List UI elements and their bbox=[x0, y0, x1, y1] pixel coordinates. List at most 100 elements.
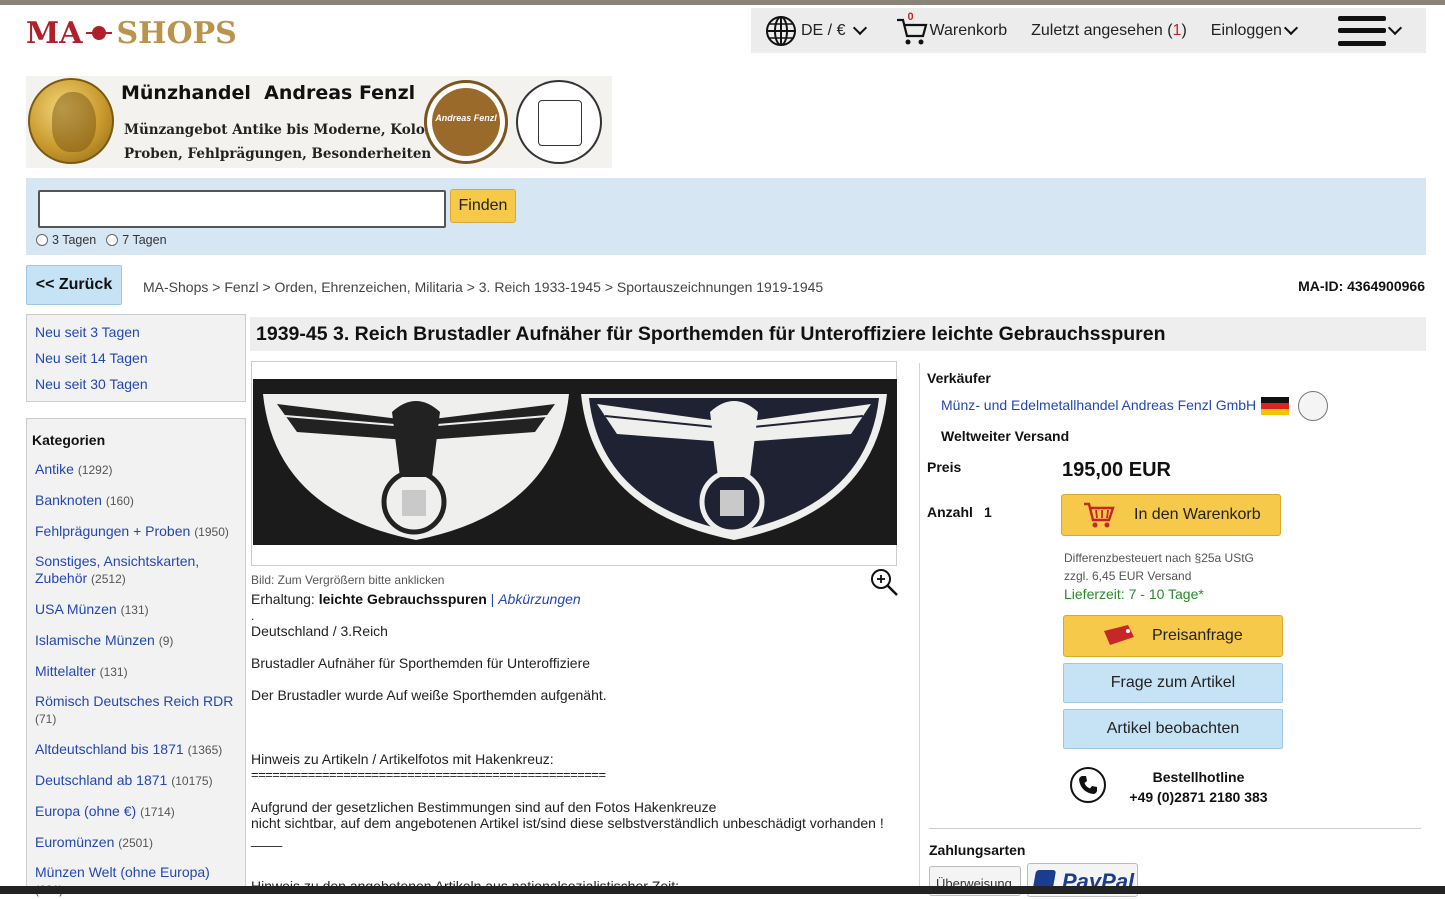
cart-count-badge: 0 bbox=[907, 10, 914, 23]
desc-line: Brustadler Aufnäher für Sporthemden für … bbox=[251, 655, 591, 671]
category-name: Islamische Münzen bbox=[35, 632, 155, 648]
category-link[interactable]: Römisch Deutsches Reich RDR (71) bbox=[35, 693, 235, 728]
category-name: Europa (ohne €) bbox=[35, 803, 137, 819]
banner-subtitle-2: Proben, Fehlprägungen, Besonderheiten bbox=[124, 146, 432, 162]
categories-box: Kategorien Antike (1292) Banknoten (160)… bbox=[26, 418, 246, 897]
banner-title: Münzhandel Andreas Fenzl bbox=[121, 82, 416, 104]
category-link[interactable]: Islamische Münzen (9) bbox=[35, 632, 235, 650]
cart-link[interactable]: 0 Warenkorb bbox=[873, 10, 1007, 48]
category-link[interactable]: Mittelalter (131) bbox=[35, 663, 235, 681]
category-name: Antike bbox=[35, 461, 74, 477]
language-currency-selector[interactable]: DE / € bbox=[751, 15, 873, 47]
association-seal-icon bbox=[1298, 391, 1328, 421]
payment-methods-label: Zahlungsarten bbox=[929, 842, 1026, 858]
category-link[interactable]: Banknoten (160) bbox=[35, 492, 235, 510]
question-button[interactable]: Frage zum Artikel bbox=[1063, 663, 1283, 703]
radio-7-days-label: 7 Tagen bbox=[122, 233, 167, 247]
top-navigation: DE / € 0 Warenkorb Zuletzt angesehen (1)… bbox=[751, 8, 1426, 53]
category-count: (1714) bbox=[140, 805, 175, 819]
category-link[interactable]: Europa (ohne €) (1714) bbox=[35, 803, 235, 821]
category-link[interactable]: Altdeutschland bis 1871 (1365) bbox=[35, 741, 235, 759]
login-label: Einloggen bbox=[1210, 21, 1282, 39]
add-to-cart-label: In den Warenkorb bbox=[1134, 506, 1261, 523]
category-count: (2501) bbox=[118, 836, 153, 850]
desc-line: Aufgrund der gesetzlichen Bestimmungen s… bbox=[251, 799, 717, 815]
ma-shops-logo[interactable]: MA SHOPS bbox=[26, 15, 237, 51]
category-count: (1950) bbox=[194, 525, 229, 539]
condition-separator: | bbox=[490, 591, 495, 607]
category-name: Altdeutschland bis 1871 bbox=[35, 741, 184, 757]
price-value: 195,00 EUR bbox=[1062, 459, 1171, 481]
find-button[interactable]: Finden bbox=[450, 189, 516, 223]
phone-icon bbox=[1070, 767, 1106, 803]
radio-7-days[interactable] bbox=[106, 234, 119, 246]
hotline-number: +49 (0)2871 2180 383 bbox=[1129, 789, 1268, 805]
login-menu[interactable]: Einloggen bbox=[1210, 20, 1304, 40]
search-period-options: 3 Tagen 7 Tagen bbox=[36, 233, 167, 247]
quantity-label: Anzahl bbox=[927, 504, 973, 520]
hamburger-menu-icon bbox=[1337, 15, 1386, 46]
seller-link[interactable]: Münz- und Edelmetallhandel Andreas Fenzl… bbox=[941, 397, 1256, 413]
language-currency-label: DE / € bbox=[801, 21, 846, 39]
condition-value: leichte Gebrauchsspuren bbox=[318, 591, 487, 607]
quantity-value[interactable]: 1 bbox=[984, 504, 992, 520]
search-input[interactable] bbox=[38, 190, 446, 228]
sidebar-link-new-30-days[interactable]: Neu seit 30 Tagen bbox=[35, 376, 245, 393]
order-hotline: Bestellhotline +49 (0)2871 2180 383 bbox=[1116, 767, 1281, 807]
andreas-fenzl-logo: Andreas Fenzl bbox=[424, 80, 508, 164]
tax-note: Differenzbesteuert nach §25a UStG bbox=[1064, 551, 1254, 565]
product-image[interactable] bbox=[251, 361, 897, 566]
logo-dot-icon bbox=[86, 26, 113, 40]
seller-label: Verkäufer bbox=[927, 370, 991, 386]
shipping-note: Weltweiter Versand bbox=[941, 428, 1070, 444]
zoom-icon[interactable] bbox=[869, 567, 899, 597]
category-count: (1365) bbox=[187, 743, 223, 757]
product-title: 1939-45 3. Reich Brustadler Aufnäher für… bbox=[250, 317, 1426, 351]
shop-banner[interactable]: Münzhandel Andreas Fenzl Münzangebot Ant… bbox=[26, 76, 612, 168]
radio-3-days-label: 3 Tagen bbox=[52, 233, 97, 247]
category-link[interactable]: Fehlprägungen + Proben (1950) bbox=[35, 523, 235, 541]
category-link[interactable]: USA Münzen (131) bbox=[35, 601, 235, 619]
banner-subtitle-1: Münzangebot Antike bis Moderne, Kolonien bbox=[124, 122, 459, 138]
watch-item-button[interactable]: Artikel beobachten bbox=[1063, 709, 1283, 749]
category-link[interactable]: Euromünzen (2501) bbox=[35, 834, 235, 852]
sidebar-link-new-14-days[interactable]: Neu seit 14 Tagen bbox=[35, 350, 245, 367]
add-to-cart-button[interactable]: In den Warenkorb bbox=[1061, 494, 1281, 536]
category-name: Mittelalter bbox=[35, 663, 96, 679]
sidebar-link-new-3-days[interactable]: Neu seit 3 Tagen bbox=[35, 324, 245, 341]
recently-viewed-count: 1 bbox=[1172, 21, 1182, 39]
logo-shops-text: SHOPS bbox=[116, 15, 237, 51]
hotline-label: Bestellhotline bbox=[1152, 769, 1245, 785]
main-menu-button[interactable] bbox=[1304, 15, 1408, 46]
desc-line: Deutschland / 3.Reich bbox=[251, 623, 388, 639]
back-button[interactable]: << Zurück bbox=[26, 265, 122, 305]
price-request-button[interactable]: Preisanfrage bbox=[1063, 615, 1283, 657]
breadcrumb[interactable]: MA-Shops > Fenzl > Orden, Ehrenzeichen, … bbox=[143, 279, 823, 295]
category-name: Deutschland ab 1871 bbox=[35, 772, 168, 788]
abbreviations-link[interactable]: Abkürzungen bbox=[498, 591, 581, 607]
category-count: (131) bbox=[120, 603, 149, 617]
category-count: (131) bbox=[99, 665, 128, 679]
desc-line: Hinweis zu Artikeln / Artikelfotos mit H… bbox=[251, 751, 554, 767]
desc-line: Der Brustadler wurde Auf weiße Sporthemd… bbox=[251, 687, 607, 703]
category-count: (71) bbox=[35, 712, 57, 726]
chevron-down-icon bbox=[1283, 20, 1299, 35]
category-link[interactable]: Antike (1292) bbox=[35, 461, 235, 479]
radio-3-days[interactable] bbox=[36, 234, 48, 246]
recently-viewed-label: Zuletzt angesehen ( bbox=[1031, 21, 1173, 39]
category-link[interactable]: Sonstiges, Ansichtskarten, Zubehör (2512… bbox=[35, 553, 235, 588]
chevron-down-icon bbox=[853, 20, 868, 35]
category-name: Fehlprägungen + Proben bbox=[35, 523, 191, 539]
ma-id: MA-ID: 4364900966 bbox=[1298, 278, 1425, 294]
logo-ma-text: MA bbox=[26, 15, 83, 51]
recently-viewed-link[interactable]: Zuletzt angesehen (1) bbox=[1031, 22, 1187, 40]
price-label: Preis bbox=[927, 459, 962, 475]
divider bbox=[929, 828, 1421, 829]
shipping-cost: zzgl. 6,45 EUR Versand bbox=[1064, 569, 1192, 583]
category-link[interactable]: Deutschland ab 1871 (10175) bbox=[35, 772, 235, 790]
globe-icon bbox=[766, 15, 796, 46]
germany-flag-icon bbox=[1261, 397, 1289, 415]
column-divider bbox=[919, 363, 920, 893]
cart-icon bbox=[1084, 502, 1115, 528]
category-count: (160) bbox=[105, 494, 134, 508]
